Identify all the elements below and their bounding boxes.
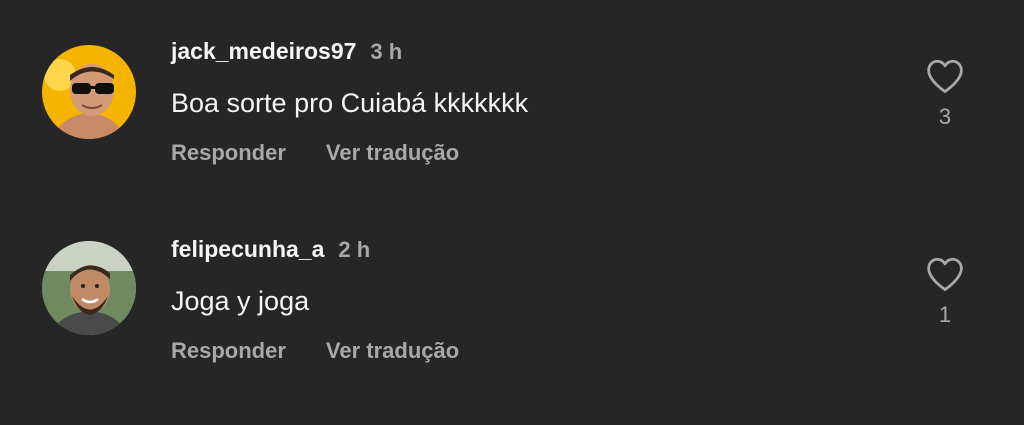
avatar[interactable] — [42, 241, 136, 335]
comment-item: jack_medeiros97 3 h Boa sorte pro Cuiabá … — [0, 0, 1024, 165]
comment-text: Boa sorte pro Cuiabá kkkkkkk — [171, 88, 529, 118]
avatar-image — [42, 45, 136, 139]
like-count: 3 — [938, 104, 952, 129]
comment-meta: jack_medeiros97 3 h — [171, 38, 402, 68]
reply-button[interactable]: Responder — [171, 140, 286, 165]
comment-meta: felipecunha_a 2 h — [171, 236, 370, 266]
heart-icon[interactable] — [925, 256, 965, 292]
like-area: 3 — [920, 58, 970, 130]
reply-button[interactable]: Responder — [171, 338, 286, 363]
avatar[interactable] — [42, 45, 136, 139]
like-area: 1 — [920, 256, 970, 328]
comment-actions: Responder Ver tradução — [171, 338, 459, 364]
comment-item: felipecunha_a 2 h Joga y joga Responder Ve… — [0, 198, 1024, 363]
like-count: 1 — [938, 302, 952, 327]
heart-icon[interactable] — [925, 58, 965, 94]
comment-text: Joga y joga — [171, 286, 310, 316]
timestamp: 2 h — [338, 237, 371, 262]
comment-actions: Responder Ver tradução — [171, 140, 459, 166]
username[interactable]: felipecunha_a — [171, 236, 324, 262]
translate-button[interactable]: Ver tradução — [326, 140, 459, 165]
avatar-image — [42, 241, 136, 335]
username[interactable]: jack_medeiros97 — [171, 38, 356, 64]
timestamp: 3 h — [370, 39, 403, 64]
translate-button[interactable]: Ver tradução — [326, 338, 459, 363]
